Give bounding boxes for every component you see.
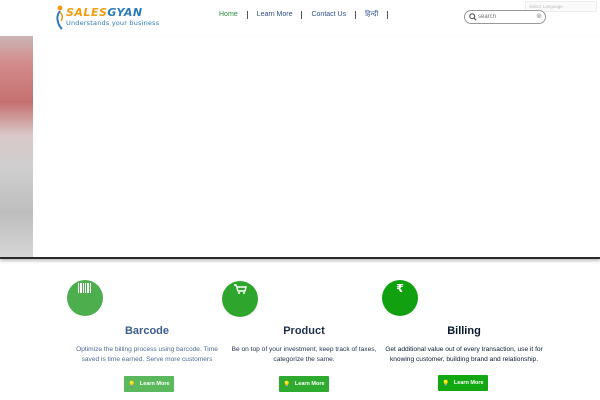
nav-divider [387, 11, 389, 19]
button-label: Learn More [294, 381, 325, 387]
site-header: SALESGYAN Understands your business Home… [0, 0, 600, 36]
feature-desc-billing: Get additional value out of every transa… [385, 346, 543, 363]
feature-title-barcode: Barcode [124, 325, 170, 337]
bulb-icon: 💡 [442, 380, 450, 387]
feature-circle-product [222, 281, 258, 317]
nav-item-hindi[interactable]: हिन्दी [356, 9, 387, 21]
button-label: Learn More [139, 381, 170, 387]
search-icon[interactable] [469, 13, 477, 21]
rupee-icon: ₹ [396, 282, 404, 294]
learn-more-button-product[interactable]: 💡 Learn More [279, 376, 329, 392]
feature-desc-product: Be on top of your investment, keep track… [231, 346, 377, 363]
nav-item-learn-more[interactable]: Learn More [248, 9, 302, 21]
logo-tagline: Understands your business [66, 19, 160, 27]
nav-item-home[interactable]: Home [210, 9, 247, 21]
feature-circle-billing: ₹ [382, 280, 418, 316]
logo-figure-icon [56, 5, 64, 30]
learn-more-button-barcode[interactable]: 💡 Learn More [124, 376, 174, 392]
logo-word-sales: SALES [66, 6, 108, 19]
logo[interactable]: SALESGYAN Understands your business [54, 4, 159, 30]
hero-banner [0, 36, 600, 259]
logo-wordmark: SALESGYAN [66, 6, 143, 19]
feature-desc-barcode: Optimize the billing process using barco… [76, 346, 218, 363]
logo-word-gyan: GYAN [107, 6, 143, 19]
main-nav: Home Learn More Contact Us हिन्दी [210, 9, 389, 21]
learn-more-button-billing[interactable]: 💡 Learn More [438, 375, 488, 391]
cart-icon [234, 284, 247, 294]
search-box: ⊗ [464, 10, 546, 24]
clear-search-icon[interactable]: ⊗ [536, 12, 542, 22]
feature-circle-barcode [67, 280, 103, 316]
button-label: Learn More [453, 380, 484, 386]
barcode-icon [78, 283, 91, 293]
bulb-icon: 💡 [128, 381, 136, 388]
bulb-icon: 💡 [283, 381, 291, 388]
feature-title-product: Product [283, 325, 325, 337]
feature-title-billing: Billing [447, 325, 481, 337]
svg-text:₹: ₹ [396, 282, 404, 294]
hero-image-strip [0, 36, 33, 257]
nav-item-contact-us[interactable]: Contact Us [302, 9, 355, 21]
search-input[interactable] [478, 12, 536, 22]
